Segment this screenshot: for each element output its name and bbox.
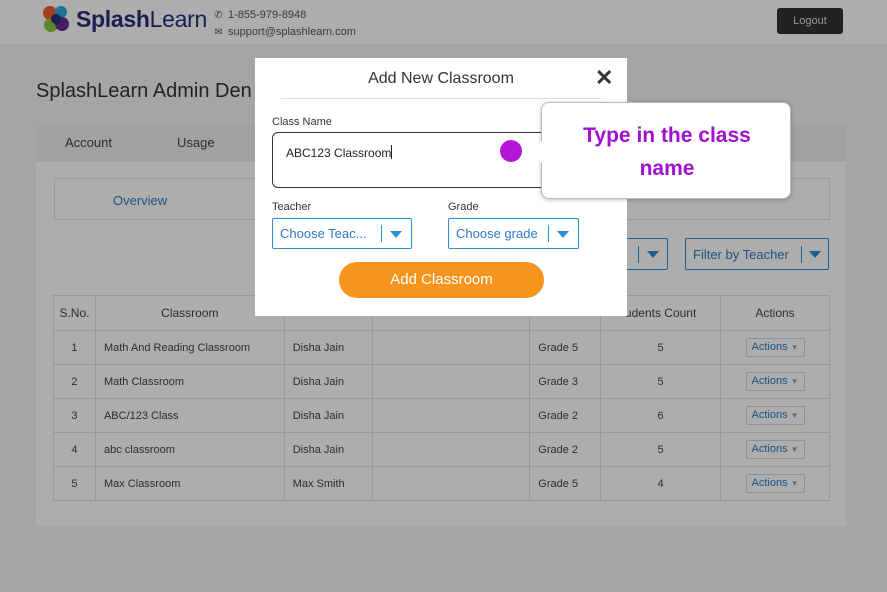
chevron-down-icon [557, 231, 569, 238]
chevron-down-icon [390, 231, 402, 238]
add-classroom-button[interactable]: Add Classroom [339, 262, 544, 298]
class-name-value: ABC123 Classroom [286, 145, 393, 160]
class-name-label: Class Name [272, 116, 332, 128]
tooltip-text: Type in the class name [583, 124, 751, 180]
text-cursor [391, 145, 393, 159]
modal-divider [281, 98, 601, 99]
teacher-select[interactable]: Choose Teac... [272, 218, 412, 249]
grade-label: Grade [448, 201, 479, 213]
modal-title: Add New Classroom [368, 70, 514, 87]
close-icon[interactable]: ✕ [595, 66, 613, 90]
hotspot-dot [500, 140, 522, 162]
grade-select-value: Choose grade [456, 226, 538, 241]
tooltip-arrow [529, 141, 542, 163]
grade-select[interactable]: Choose grade [448, 218, 579, 249]
tutorial-tooltip: Type in the class name [541, 102, 791, 199]
teacher-select-value: Choose Teac... [280, 226, 367, 241]
teacher-label: Teacher [272, 201, 312, 213]
